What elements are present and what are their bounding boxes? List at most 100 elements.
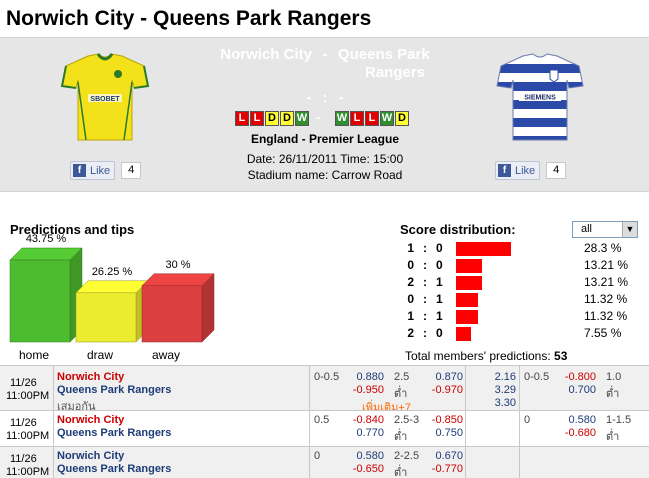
distribution-colon: : bbox=[423, 241, 427, 255]
distribution-row: 1:0 28.3 % bbox=[400, 241, 645, 257]
prediction-label-home: home bbox=[18, 348, 50, 362]
distribution-bar bbox=[456, 327, 471, 341]
odds-first-half-ou: 1.0 bbox=[606, 371, 622, 383]
home-like-widget: f Like 4 bbox=[70, 161, 142, 180]
odds-home-team[interactable]: Norwich City bbox=[57, 371, 124, 383]
odds-away-team[interactable]: Queens Park Rangers bbox=[57, 463, 171, 475]
away-like-count: 4 bbox=[546, 162, 567, 179]
distribution-row: 0:0 13.21 % bbox=[400, 258, 645, 274]
away-like-button[interactable]: f Like bbox=[495, 161, 541, 180]
form-result-badge: D bbox=[265, 111, 279, 126]
home-team-name[interactable]: Norwich City bbox=[220, 46, 312, 64]
distribution-filter-select[interactable]: all ▼ bbox=[572, 221, 638, 238]
odds-first-half-away[interactable]: 0.700 bbox=[556, 384, 596, 396]
home-like-button[interactable]: f Like bbox=[70, 161, 116, 180]
stadium-name: Stadium name: Carrow Road bbox=[247, 168, 403, 182]
prediction-label-away: away bbox=[151, 348, 180, 362]
odds-first-half-under: ต่ำ bbox=[606, 431, 620, 443]
form-result-badge: W bbox=[295, 111, 309, 126]
odds-handicap-away[interactable]: -0.950 bbox=[344, 384, 384, 396]
away-team-name[interactable]: Queens Park bbox=[338, 46, 430, 64]
odds-time: 11:00PM bbox=[6, 390, 50, 402]
form-result-badge: W bbox=[380, 111, 394, 126]
odds-over-under: 2.5 bbox=[394, 371, 410, 383]
distribution-row: 2:0 7.55 % bbox=[400, 326, 645, 342]
odds-over-value[interactable]: 0.870 bbox=[423, 371, 463, 383]
facebook-icon: f bbox=[73, 164, 86, 177]
odds-date: 11/26 bbox=[10, 453, 37, 465]
distribution-home-goals: 0 bbox=[407, 258, 414, 272]
odds-handicap-away[interactable]: -0.650 bbox=[344, 463, 384, 475]
distribution-colon: : bbox=[423, 326, 427, 340]
score-distribution-title: Score distribution: bbox=[400, 222, 516, 237]
distribution-bar bbox=[456, 259, 482, 273]
prediction-bar-away bbox=[141, 273, 215, 343]
distribution-percent: 13.21 % bbox=[584, 258, 629, 272]
odds-home-team[interactable]: Norwich City bbox=[57, 450, 124, 462]
odds-handicap-away[interactable]: 0.770 bbox=[344, 427, 384, 439]
match-header: SBOBET SIEMENS Norwich City - Queens Par… bbox=[0, 37, 649, 192]
odds-1x2-home[interactable]: 2.16 bbox=[476, 371, 516, 383]
odds-date: 11/26 bbox=[10, 377, 37, 389]
odds-under-label: ต่ำ bbox=[394, 431, 408, 443]
odds-row[interactable]: 11/26 11:00PM Norwich City Queens Park R… bbox=[0, 446, 649, 478]
odds-under-value[interactable]: -0.770 bbox=[423, 463, 463, 475]
chevron-down-icon[interactable]: ▼ bbox=[622, 222, 637, 237]
odds-1x2-away[interactable]: 3.29 bbox=[476, 384, 516, 396]
odds-handicap-home[interactable]: 0.880 bbox=[344, 371, 384, 383]
distribution-colon: : bbox=[423, 275, 427, 289]
odds-over-value[interactable]: 0.670 bbox=[423, 450, 463, 462]
away-shirt-sponsor: SIEMENS bbox=[524, 95, 556, 102]
distribution-percent: 11.32 % bbox=[584, 292, 628, 306]
score-home: - bbox=[306, 89, 312, 105]
total-predictions: Total members' predictions: 53 bbox=[405, 349, 567, 363]
odds-first-half-home[interactable]: -0.800 bbox=[556, 371, 596, 383]
odds-under-label: ต่ำ bbox=[394, 467, 408, 478]
distribution-row: 2:1 13.21 % bbox=[400, 275, 645, 291]
distribution-away-goals: 1 bbox=[436, 292, 443, 306]
odds-row[interactable]: 11/26 11:00PM Norwich City Queens Park R… bbox=[0, 365, 649, 414]
away-like-widget: f Like 4 bbox=[495, 161, 567, 180]
home-shirt-icon: SBOBET bbox=[60, 53, 150, 141]
home-shirt-sponsor: SBOBET bbox=[90, 96, 120, 103]
odds-over-under: 2.5-3 bbox=[394, 414, 420, 426]
distribution-colon: : bbox=[423, 292, 427, 306]
form-result-badge: L bbox=[350, 111, 364, 126]
odds-home-team[interactable]: Norwich City bbox=[57, 414, 124, 426]
odds-handicap: 0 bbox=[314, 450, 321, 462]
odds-away-team[interactable]: Queens Park Rangers bbox=[57, 427, 171, 439]
form-result-badge: D bbox=[395, 111, 409, 126]
prediction-bar-home bbox=[9, 247, 83, 343]
odds-handicap-home[interactable]: -0.840 bbox=[344, 414, 384, 426]
form-result-badge: L bbox=[365, 111, 379, 126]
home-like-label: Like bbox=[90, 164, 111, 177]
score-separator: : bbox=[322, 89, 328, 105]
form-result-badge: W bbox=[335, 111, 349, 126]
distribution-away-goals: 0 bbox=[436, 258, 443, 272]
odds-under-value[interactable]: -0.970 bbox=[423, 384, 463, 396]
distribution-percent: 7.55 % bbox=[584, 326, 622, 340]
distribution-away-goals: 0 bbox=[436, 326, 443, 340]
prediction-percent-draw: 26.25 % bbox=[91, 265, 133, 278]
away-shirt-icon: SIEMENS bbox=[496, 53, 584, 141]
odds-date: 11/26 bbox=[10, 417, 37, 429]
total-predictions-label: Total members' predictions: bbox=[405, 349, 551, 363]
home-form: LLDDW bbox=[235, 111, 309, 126]
odds-under-value[interactable]: 0.750 bbox=[423, 427, 463, 439]
odds-first-half-away[interactable]: -0.680 bbox=[556, 427, 596, 439]
odds-first-half-home[interactable]: 0.580 bbox=[556, 414, 596, 426]
distribution-bar bbox=[456, 310, 478, 324]
odds-away-team[interactable]: Queens Park Rangers bbox=[57, 384, 171, 396]
away-team-name-line2[interactable]: Rangers bbox=[365, 64, 425, 82]
odds-row[interactable]: 11/26 11:00PM Norwich City Queens Park R… bbox=[0, 410, 649, 446]
away-form: WLLWD bbox=[335, 111, 409, 126]
distribution-home-goals: 2 bbox=[407, 326, 414, 340]
odds-handicap-home[interactable]: 0.580 bbox=[344, 450, 384, 462]
prediction-label-draw: draw bbox=[86, 348, 113, 362]
odds-1x2-draw[interactable]: 3.30 bbox=[476, 397, 516, 409]
form-separator: - bbox=[316, 109, 321, 125]
prediction-percent-home: 43.75 % bbox=[25, 233, 67, 245]
distribution-bar bbox=[456, 276, 482, 290]
prediction-percent-away: 30 % bbox=[165, 258, 191, 271]
odds-over-value[interactable]: -0.850 bbox=[423, 414, 463, 426]
